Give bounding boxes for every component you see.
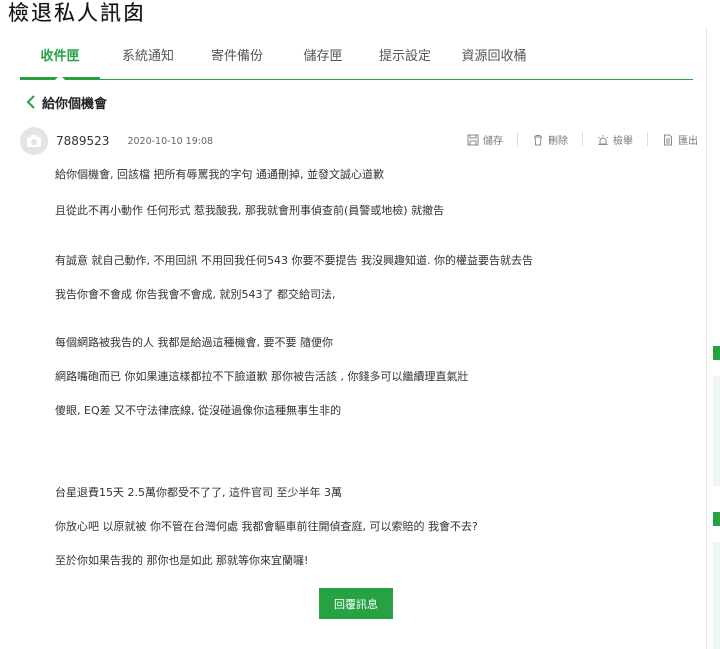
tab-system-notice[interactable]: 系統通知: [100, 36, 196, 80]
overlay-title: 檢退私人訊囱: [8, 1, 146, 25]
message-actions: 儲存 刪除 檢舉 匯出: [453, 132, 698, 147]
export-button[interactable]: 匯出: [662, 132, 698, 147]
page-edge: [706, 28, 707, 649]
body-line: 我告你會不會成 你告我會不會成, 就別543了 都交給司法,: [55, 288, 336, 301]
save-label: 儲存: [483, 136, 503, 147]
message-subject: 給你個機會: [42, 96, 108, 112]
sidebar-panel: [713, 376, 720, 486]
trash-icon: [534, 134, 542, 145]
back-arrow-icon[interactable]: [24, 92, 38, 112]
report-button[interactable]: 檢舉: [597, 132, 633, 147]
message-header: 給你個機會: [24, 92, 107, 112]
body-line: 網路嘴砲而已 你如果連這樣都拉不下臉道歉 那你被告活該 , 你錢多可以繼續理直氣…: [55, 370, 469, 383]
divider: [517, 132, 518, 146]
reply-button[interactable]: 回覆訊息: [319, 588, 393, 619]
tab-saved[interactable]: 儲存匣: [278, 36, 368, 80]
divider: [582, 132, 583, 146]
tab-settings[interactable]: 提示設定: [368, 36, 442, 80]
export-label: 匯出: [678, 136, 698, 147]
body-line: 傻眼, EQ差 又不守法律底線, 從沒碰過像你這種無事生非的: [55, 404, 342, 417]
siren-icon: [598, 134, 608, 145]
sidebar-marker: [713, 512, 720, 526]
body-line: 每個網路被我告的人 我都是給過這種機會, 要不要 隨便你: [55, 336, 333, 349]
report-label: 檢舉: [613, 136, 633, 147]
sidebar-panel: [713, 542, 720, 649]
sidebar-marker: [713, 346, 720, 360]
document-icon: [664, 134, 672, 145]
body-line: 給你個機會, 回該檔 把所有辱罵我的字句 通通刪掉, 並發文誠心道歉: [55, 168, 384, 181]
message-meta: 7889523 2020-10-10 19:08 儲存 刪除 檢舉 匯出: [20, 126, 700, 156]
tab-recycle-bin[interactable]: 資源回收桶: [442, 36, 546, 80]
save-icon: [467, 134, 479, 145]
body-line: 你放心吧 以原就被 你不管在台灣何處 我都會驅車前往開偵查庭, 可以索賠的 我會…: [55, 520, 478, 533]
divider: [647, 132, 648, 146]
camera-icon: [27, 135, 41, 147]
sender-id[interactable]: 7889523: [56, 134, 109, 148]
tab-sent-backup[interactable]: 寄件備份: [196, 36, 278, 80]
message-date: 2020-10-10 19:08: [127, 135, 214, 147]
delete-button[interactable]: 刪除: [532, 132, 568, 147]
mailbox-tabs: 收件匣 系統通知 寄件備份 儲存匣 提示設定 資源回收桶: [20, 36, 693, 80]
delete-label: 刪除: [548, 136, 568, 147]
tab-inbox[interactable]: 收件匣: [20, 36, 100, 80]
save-button[interactable]: 儲存: [467, 132, 503, 147]
body-line: 至於你如果告我的 那你也是如此 那就等你來宜蘭囉!: [55, 554, 309, 567]
body-line: 台星退費15天 2.5萬你都受不了了, 這件官司 至少半年 3萬: [55, 486, 342, 499]
body-line: 且從此不再小動作 任何形式 惹我酸我, 那我就會刑事偵查前(員警或地檢) 就撤告: [55, 204, 445, 217]
body-line: 有誠意 就自己動作, 不用回訊 不用回我任何543 你要不要提告 我沒興趣知道.…: [55, 254, 533, 267]
avatar: [20, 127, 48, 155]
